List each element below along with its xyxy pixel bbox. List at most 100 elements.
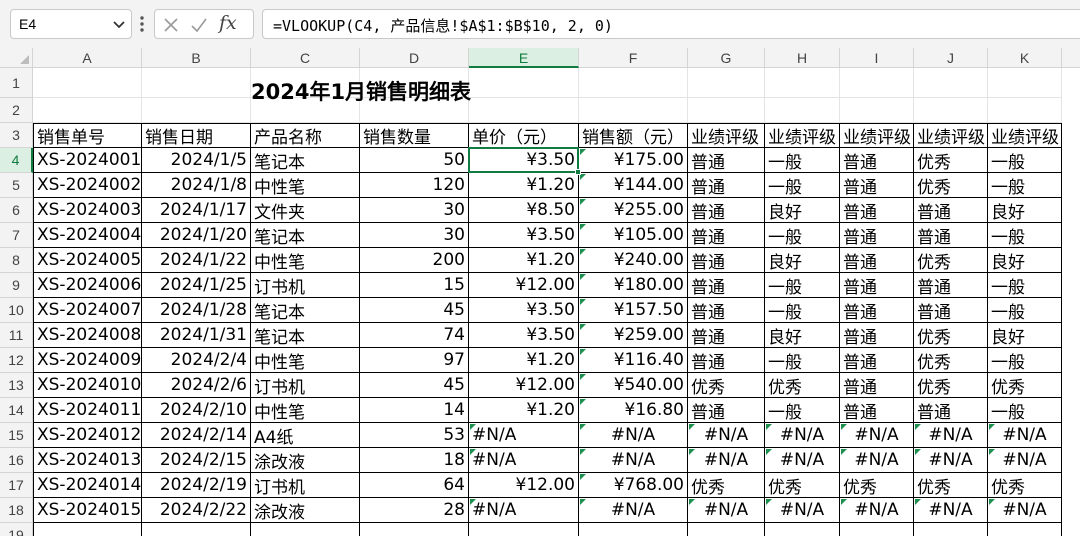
table-cell[interactable]: #N/A [579, 423, 688, 448]
partial-row-cell[interactable] [142, 523, 251, 536]
table-cell[interactable]: 普通 [688, 173, 765, 198]
table-cell[interactable]: 普通 [840, 348, 914, 373]
table-cell[interactable]: XS-2024007 [33, 298, 142, 323]
table-cell[interactable]: ¥259.00 [579, 323, 688, 348]
table-cell[interactable]: 订书机 [251, 473, 360, 498]
row-header-1[interactable]: 1 [0, 68, 33, 98]
column-header-e[interactable]: E [469, 48, 579, 68]
column-header-c[interactable]: C [251, 48, 360, 68]
table-cell[interactable]: 一般 [765, 348, 840, 373]
table-cell[interactable]: 笔记本 [251, 323, 360, 348]
column-label-cell[interactable]: 业绩评级 [840, 123, 914, 148]
column-label-cell[interactable]: 业绩评级 [988, 123, 1062, 148]
column-header-j[interactable]: J [914, 48, 988, 68]
table-cell[interactable]: 74 [360, 323, 469, 348]
table-cell[interactable]: 15 [360, 273, 469, 298]
column-header-g[interactable]: G [688, 48, 765, 68]
table-cell[interactable]: 普通 [840, 298, 914, 323]
column-label-cell[interactable]: 业绩评级 [765, 123, 840, 148]
select-all-corner[interactable] [0, 48, 33, 68]
table-cell[interactable]: 普通 [840, 248, 914, 273]
empty-cell[interactable] [33, 98, 142, 123]
table-cell[interactable]: 一般 [988, 348, 1062, 373]
table-cell[interactable]: 优秀 [914, 173, 988, 198]
table-cell[interactable]: 28 [360, 498, 469, 523]
table-cell[interactable]: XS-2024013 [33, 448, 142, 473]
name-box[interactable]: E4 [10, 9, 132, 39]
table-cell[interactable]: 普通 [840, 373, 914, 398]
table-cell[interactable]: XS-2024011 [33, 398, 142, 423]
table-cell[interactable]: 120 [360, 173, 469, 198]
table-cell[interactable]: 2024/1/5 [142, 148, 251, 173]
table-cell[interactable]: 2024/1/25 [142, 273, 251, 298]
table-cell[interactable]: 优秀 [914, 373, 988, 398]
empty-cell[interactable] [579, 68, 688, 98]
table-cell[interactable]: #N/A [914, 423, 988, 448]
table-cell[interactable]: 订书机 [251, 273, 360, 298]
table-cell[interactable]: #N/A [840, 423, 914, 448]
table-cell[interactable]: #N/A [469, 498, 579, 523]
table-cell[interactable]: 普通 [688, 323, 765, 348]
table-cell[interactable]: 2024/2/14 [142, 423, 251, 448]
table-cell[interactable]: 2024/2/19 [142, 473, 251, 498]
table-cell[interactable]: 优秀 [688, 373, 765, 398]
table-cell[interactable]: 中性笔 [251, 173, 360, 198]
row-header-8[interactable]: 8 [0, 248, 33, 273]
table-cell[interactable]: 中性笔 [251, 348, 360, 373]
table-cell[interactable]: 中性笔 [251, 398, 360, 423]
table-cell[interactable]: 优秀 [988, 373, 1062, 398]
column-header-a[interactable]: A [33, 48, 142, 68]
table-cell[interactable]: 优秀 [688, 473, 765, 498]
table-cell[interactable]: XS-2024010 [33, 373, 142, 398]
empty-cell[interactable] [688, 68, 765, 98]
table-cell[interactable]: ¥12.00 [469, 473, 579, 498]
empty-cell[interactable] [579, 98, 688, 123]
table-cell[interactable]: 一般 [765, 298, 840, 323]
table-cell[interactable]: 普通 [840, 398, 914, 423]
table-cell[interactable]: ¥175.00 [579, 148, 688, 173]
table-cell[interactable]: 普通 [688, 248, 765, 273]
table-cell[interactable]: 53 [360, 423, 469, 448]
empty-cell[interactable] [142, 98, 251, 123]
table-cell[interactable]: 2024/2/6 [142, 373, 251, 398]
table-cell[interactable]: 普通 [840, 223, 914, 248]
table-cell[interactable]: #N/A [579, 448, 688, 473]
table-cell[interactable]: 良好 [988, 198, 1062, 223]
row-header-15[interactable]: 15 [0, 423, 33, 448]
table-cell[interactable]: 18 [360, 448, 469, 473]
empty-cell[interactable] [469, 98, 579, 123]
empty-cell[interactable] [469, 68, 579, 98]
formula-input[interactable]: =VLOOKUP(C4, 产品信息!$A$1:$B$10, 2, 0) [262, 9, 1080, 39]
table-cell[interactable]: 一般 [765, 223, 840, 248]
table-cell[interactable]: ¥540.00 [579, 373, 688, 398]
column-label-cell[interactable]: 销售额（元） [579, 123, 688, 148]
table-cell[interactable]: 笔记本 [251, 223, 360, 248]
row-header-19[interactable]: 19 [0, 523, 33, 536]
table-cell[interactable]: 中性笔 [251, 248, 360, 273]
table-cell[interactable]: 一般 [765, 173, 840, 198]
table-cell[interactable]: 普通 [688, 223, 765, 248]
table-cell[interactable]: ¥180.00 [579, 273, 688, 298]
empty-cell[interactable] [840, 98, 914, 123]
table-cell[interactable]: ¥1.20 [469, 173, 579, 198]
row-header-16[interactable]: 16 [0, 448, 33, 473]
table-cell[interactable]: ¥144.00 [579, 173, 688, 198]
table-cell[interactable]: A4纸 [251, 423, 360, 448]
table-cell[interactable]: 普通 [688, 348, 765, 373]
column-label-cell[interactable]: 销售数量 [360, 123, 469, 148]
table-cell[interactable]: 普通 [914, 398, 988, 423]
table-cell[interactable]: #N/A [688, 448, 765, 473]
table-cell[interactable]: ¥12.00 [469, 273, 579, 298]
confirm-icon[interactable] [189, 15, 209, 35]
table-cell[interactable]: 45 [360, 298, 469, 323]
table-cell[interactable]: #N/A [765, 498, 840, 523]
table-cell[interactable]: 一般 [765, 273, 840, 298]
table-cell[interactable]: ¥3.50 [469, 298, 579, 323]
row-header-6[interactable]: 6 [0, 198, 33, 223]
empty-cell[interactable] [765, 98, 840, 123]
table-cell[interactable]: 2024/2/15 [142, 448, 251, 473]
table-cell[interactable]: 2024/1/17 [142, 198, 251, 223]
table-cell[interactable]: 笔记本 [251, 148, 360, 173]
table-cell[interactable]: ¥240.00 [579, 248, 688, 273]
table-cell[interactable]: 2024/1/20 [142, 223, 251, 248]
